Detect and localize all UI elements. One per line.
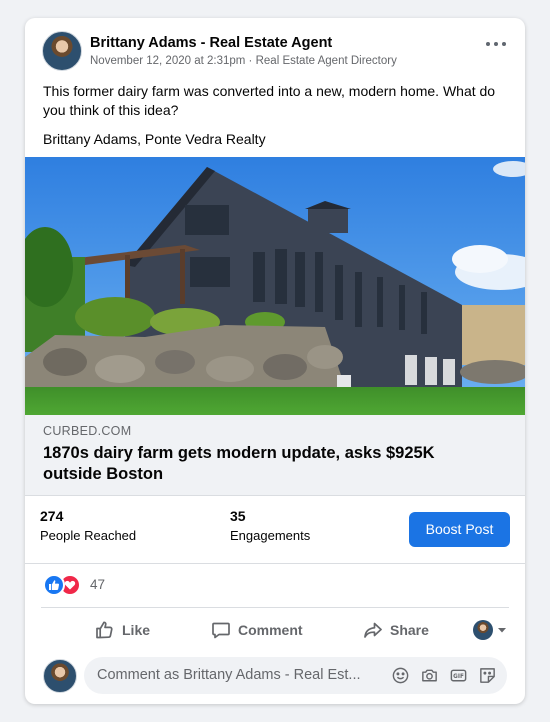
comment-label: Comment: [238, 622, 303, 638]
post-text: This former dairy farm was converted int…: [43, 82, 503, 159]
share-arrow-icon: [364, 622, 382, 638]
post-text-signature: Brittany Adams, Ponte Vedra Realty: [43, 131, 266, 147]
comment-placeholder: Comment as Brittany Adams - Real Est...: [97, 667, 361, 683]
svg-text:GIF: GIF: [453, 674, 464, 680]
post-header: Brittany Adams - Real Estate Agent Novem…: [42, 31, 508, 75]
like-label: Like: [122, 622, 151, 638]
comment-button[interactable]: Comment: [211, 608, 303, 652]
post-card: Brittany Adams - Real Estate Agent Novem…: [25, 18, 525, 704]
people-reached-value: 274: [40, 508, 64, 524]
action-bar: Like Comment Share: [41, 607, 509, 652]
meta-separator: ·: [245, 55, 256, 67]
like-button[interactable]: Like: [95, 608, 150, 652]
engagements-stat[interactable]: 35 Engagements: [230, 508, 310, 543]
gif-icon[interactable]: GIF: [449, 666, 468, 685]
page-avatar: [473, 620, 493, 640]
like-icon: [43, 574, 65, 596]
chevron-down-icon: [498, 628, 506, 633]
boost-post-button[interactable]: Boost Post: [409, 512, 510, 547]
engagements-value: 35: [230, 508, 246, 524]
sticker-icon[interactable]: [478, 666, 497, 685]
author-avatar[interactable]: [42, 31, 82, 71]
insights-bar: 274 People Reached 35 Engagements Boost …: [25, 496, 525, 564]
like-thumb-icon: [96, 621, 113, 639]
reaction-count: 47: [90, 577, 106, 592]
comment-bubble-icon: [212, 622, 230, 639]
people-reached-stat[interactable]: 274 People Reached: [40, 508, 136, 543]
link-preview-image[interactable]: [25, 157, 525, 415]
post-as-selector[interactable]: [473, 620, 507, 640]
emoji-icon[interactable]: [391, 666, 410, 685]
link-preview[interactable]: CURBED.COM 1870s dairy farm gets modern …: [25, 415, 525, 496]
post-meta: November 12, 2020 at 2:31pm · Real Estat…: [90, 55, 397, 67]
post-text-body: This former dairy farm was converted int…: [43, 83, 496, 118]
comment-tools: GIF: [391, 666, 497, 685]
link-domain: CURBED.COM: [43, 424, 132, 438]
comment-input[interactable]: Comment as Brittany Adams - Real Est... …: [84, 657, 507, 694]
share-label: Share: [390, 622, 429, 638]
more-options-icon[interactable]: [484, 35, 508, 51]
post-timestamp[interactable]: November 12, 2020 at 2:31pm: [90, 55, 245, 67]
camera-icon[interactable]: [420, 666, 439, 685]
link-title[interactable]: 1870s dairy farm gets modern update, ask…: [43, 443, 483, 485]
author-name[interactable]: Brittany Adams - Real Estate Agent: [90, 35, 332, 51]
comment-composer: Comment as Brittany Adams - Real Est... …: [43, 657, 507, 695]
engagements-label: Engagements: [230, 528, 311, 543]
share-button[interactable]: Share: [363, 608, 429, 652]
commenter-avatar: [43, 659, 77, 693]
post-source[interactable]: Real Estate Agent Directory: [256, 55, 397, 67]
people-reached-label: People Reached: [40, 528, 137, 543]
